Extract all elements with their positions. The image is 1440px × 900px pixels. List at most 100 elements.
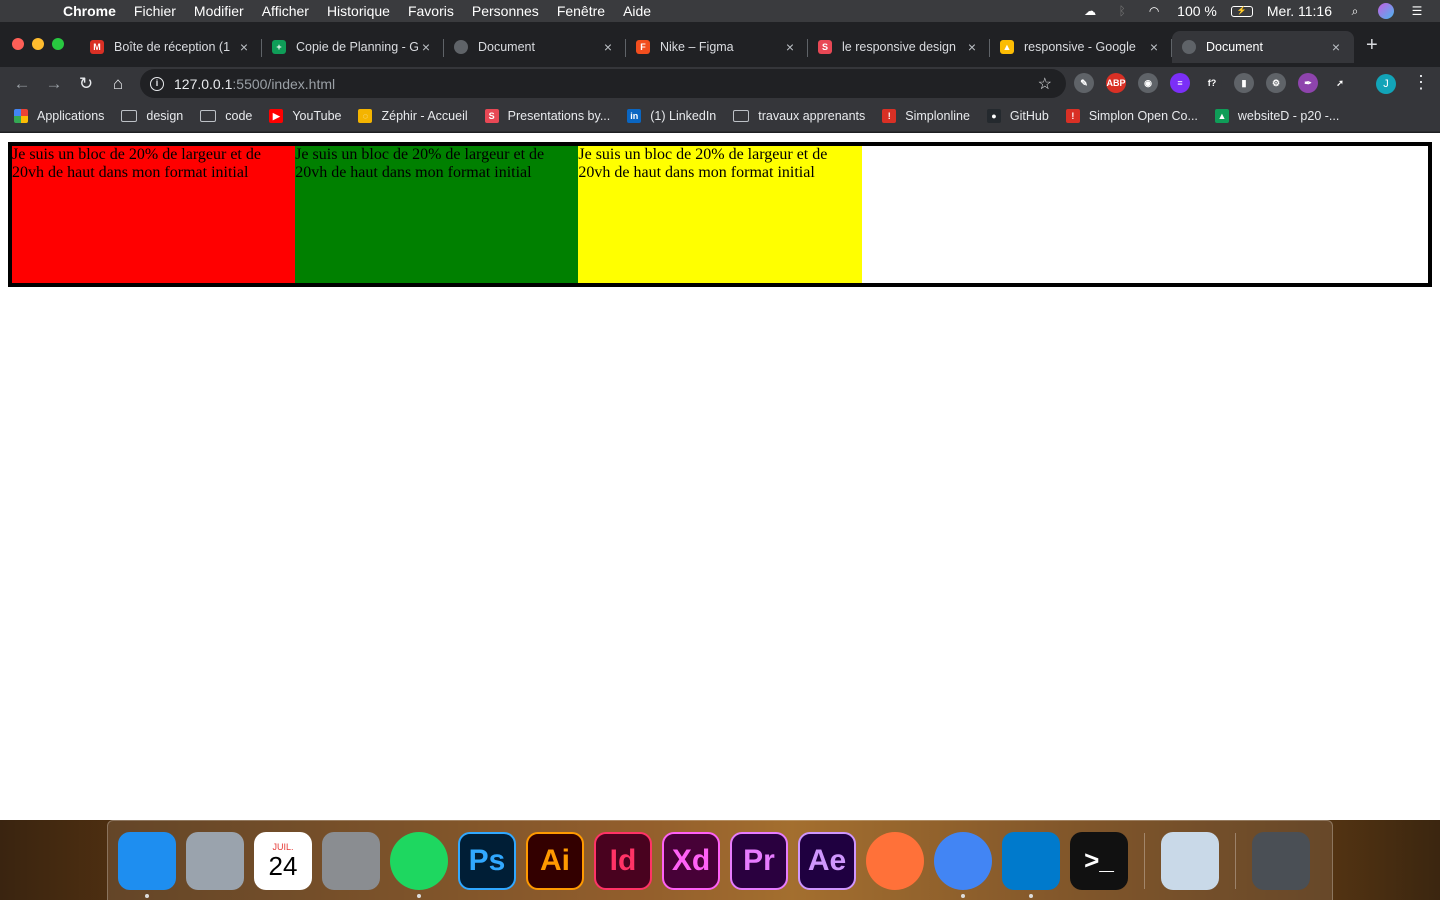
cursor-extension-icon[interactable]: ➚ [1330, 73, 1350, 93]
close-tab-icon[interactable]: × [964, 39, 980, 55]
bookmark-6[interactable]: in (1) LinkedIn [627, 108, 716, 123]
close-tab-icon[interactable]: × [782, 39, 798, 55]
premiere-icon[interactable]: Pr [730, 831, 788, 890]
bookmark-3[interactable]: ▶ YouTube [269, 108, 341, 123]
chrome-menu-icon[interactable]: ⋮ [1412, 72, 1430, 93]
tab-title: Boîte de réception (1 [114, 40, 231, 54]
forward-arrow-icon[interactable]: → [38, 74, 70, 94]
github-icon: ● [986, 108, 1001, 123]
bookmarks-bar: Applications design code ▶ YouTube ◌ Zéphir - … [0, 100, 1440, 132]
battery-percent: 100 % [1177, 3, 1217, 19]
profile-avatar[interactable]: J [1376, 74, 1396, 94]
bookmark-10[interactable]: ! Simplon Open Co... [1065, 108, 1198, 123]
menu-personnes[interactable]: Personnes [463, 3, 548, 19]
stack-extension-icon[interactable]: ≡ [1170, 73, 1190, 93]
close-window-button[interactable] [12, 38, 24, 50]
simplon-icon: ! [1065, 108, 1080, 123]
menu-favoris[interactable]: Favoris [399, 3, 463, 19]
bookmark-7[interactable]: travaux apprenants [733, 109, 865, 123]
siri-icon[interactable] [1378, 3, 1394, 19]
firefox-icon[interactable] [866, 831, 924, 890]
menu-modifier[interactable]: Modifier [185, 3, 253, 19]
gear-extension-icon[interactable]: ⚙ [1266, 73, 1286, 93]
tab-5[interactable]: ▲ responsive - Google × [990, 31, 1172, 63]
bookmark-0[interactable]: Applications [14, 108, 105, 123]
bookmark-4[interactable]: ◌ Zéphir - Accueil [358, 108, 468, 123]
menu-historique[interactable]: Historique [318, 3, 399, 19]
launchpad-rocket-icon[interactable] [186, 831, 244, 890]
clock[interactable]: Mer. 11:16 [1267, 3, 1332, 19]
chrome-icon[interactable] [934, 831, 992, 898]
bookmark-label: GitHub [1009, 108, 1049, 123]
bookmark-9[interactable]: ● GitHub [986, 108, 1049, 123]
tab-title: Copie de Planning - G [296, 40, 418, 54]
bookmark-label: Applications [37, 108, 105, 123]
spotify-icon[interactable] [390, 831, 448, 898]
bookmark-1[interactable]: design [121, 109, 183, 123]
back-arrow-icon[interactable]: ← [6, 74, 38, 94]
notification-center-icon[interactable]: ☰ [1408, 4, 1426, 18]
indesign-icon[interactable]: Id [594, 831, 652, 890]
bookmark-2[interactable]: code [200, 109, 252, 123]
finder-icon[interactable] [118, 831, 176, 898]
feather-extension-icon[interactable]: ✒ [1298, 73, 1318, 93]
running-indicator [417, 893, 421, 898]
after-effects-icon[interactable]: Ae [798, 831, 856, 890]
close-tab-icon[interactable]: × [418, 39, 434, 55]
bookmark-label: websiteD - p20 -... [1237, 108, 1340, 123]
menu-afficher[interactable]: Afficher [253, 3, 318, 19]
site-info-icon[interactable]: i [150, 76, 164, 91]
bookmark-star-icon[interactable]: ☆ [1038, 74, 1052, 94]
new-tab-button[interactable]: + [1366, 34, 1378, 57]
bloc-red-text: Je suis un bloc de 20% de largeur et de … [12, 146, 261, 181]
calendar-icon[interactable]: JUIL. 24 [254, 831, 312, 890]
menu-app-chrome[interactable]: Chrome [54, 3, 125, 19]
tab-3[interactable]: F Nike – Figma × [626, 31, 808, 63]
running-indicator [961, 893, 965, 898]
close-tab-icon[interactable]: × [600, 39, 616, 55]
tab-2[interactable]: Document × [444, 31, 626, 63]
linkedin-icon: in [627, 108, 642, 123]
home-icon[interactable]: ⌂ [102, 74, 134, 94]
tab-1[interactable]: + Copie de Planning - G × [262, 31, 444, 63]
window-controls [12, 38, 64, 50]
address-bar[interactable]: i 127.0.0.1:5500/index.html ☆ [140, 69, 1066, 98]
tab-4[interactable]: Sle responsive design × [808, 31, 990, 63]
figma-icon: F [636, 40, 650, 54]
close-tab-icon[interactable]: × [236, 39, 252, 55]
wifi-icon[interactable]: ◠ [1145, 4, 1163, 18]
menu-fichier[interactable]: Fichier [125, 3, 185, 19]
reload-icon[interactable]: ↻ [70, 74, 102, 94]
spotlight-search-icon[interactable]: ⌕ [1346, 4, 1364, 18]
minimize-window-button[interactable] [32, 38, 44, 50]
xd-icon[interactable]: Xd [662, 831, 720, 890]
maximize-window-button[interactable] [52, 38, 64, 50]
system-preferences-gear-icon[interactable] [322, 831, 380, 890]
menu-fenetre[interactable]: Fenêtre [548, 3, 614, 19]
menu-aide[interactable]: Aide [614, 3, 660, 19]
close-tab-icon[interactable]: × [1328, 39, 1344, 55]
battery-icon[interactable]: ⚡ [1230, 5, 1253, 17]
ruler-extension-icon[interactable]: ▮ [1234, 73, 1254, 93]
bookmark-5[interactable]: S Presentations by... [484, 108, 610, 123]
close-tab-icon[interactable]: × [1146, 39, 1162, 55]
pen-extension-icon[interactable]: ✎ [1074, 73, 1094, 93]
bookmark-8[interactable]: ! Simplonline [882, 108, 970, 123]
preview-photos-icon[interactable] [1161, 831, 1219, 890]
creative-cloud-icon[interactable]: ☁ [1081, 4, 1099, 18]
adblock-icon[interactable]: ABP [1106, 73, 1126, 93]
record-extension-icon[interactable]: ◉ [1138, 73, 1158, 93]
bluetooth-icon[interactable]: ᛒ [1113, 4, 1131, 18]
photoshop-icon[interactable]: Ps [458, 831, 516, 890]
tab-0[interactable]: M Boîte de réception (1 × [80, 31, 262, 63]
bookmark-11[interactable]: ▲ websiteD - p20 -... [1214, 108, 1340, 123]
dock-app-label: Ps [468, 843, 506, 877]
illustrator-icon[interactable]: Ai [526, 831, 584, 890]
font-extension-icon[interactable]: f? [1202, 73, 1222, 93]
vscode-icon[interactable] [1002, 831, 1060, 898]
drive-icon: ▲ [1000, 40, 1014, 54]
tab-title: Document [1206, 40, 1263, 54]
trash-icon[interactable] [1252, 831, 1310, 890]
tab-6[interactable]: Document × [1172, 31, 1354, 63]
terminal-icon[interactable]: >_ [1070, 831, 1128, 890]
